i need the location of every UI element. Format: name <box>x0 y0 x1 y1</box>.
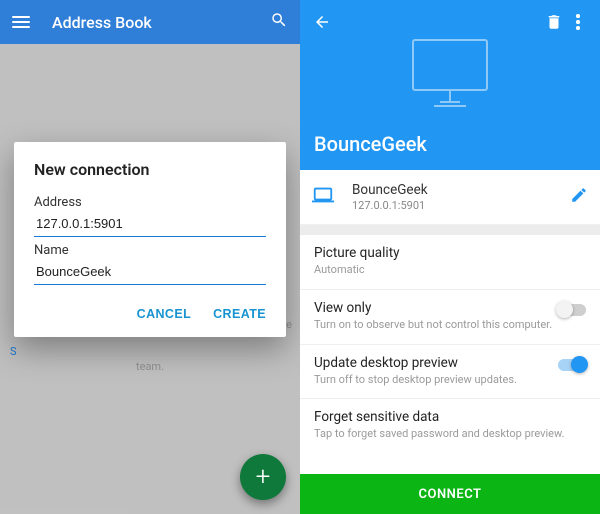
bg-link: S <box>10 345 17 358</box>
update-preview-toggle[interactable] <box>558 359 586 371</box>
device-header: BounceGeek <box>300 0 600 170</box>
setting-forget-data[interactable]: Forget sensitive data Tap to forget save… <box>300 399 600 453</box>
setting-picture-quality[interactable]: Picture quality Automatic <box>300 235 600 290</box>
back-icon[interactable] <box>310 10 334 34</box>
address-input[interactable] <box>34 212 266 237</box>
view-only-toggle[interactable] <box>558 304 586 316</box>
info-name: BounceGeek <box>352 182 570 198</box>
device-title: BounceGeek <box>314 132 427 156</box>
delete-icon[interactable] <box>542 10 566 34</box>
info-address: 127.0.0.1:5901 <box>352 199 570 212</box>
dialog-title: New connection <box>34 160 266 179</box>
divider <box>300 225 600 235</box>
menu-icon[interactable] <box>12 16 30 28</box>
new-connection-dialog: New connection Address Name CANCEL CREAT… <box>14 142 286 337</box>
create-button[interactable]: CREATE <box>213 307 266 321</box>
search-icon[interactable] <box>270 11 288 33</box>
address-label: Address <box>34 195 266 210</box>
setting-update-preview: Update desktop preview Turn off to stop … <box>300 345 600 400</box>
fab-add-button[interactable]: + <box>240 454 286 500</box>
name-input[interactable] <box>34 260 266 285</box>
setting-view-only: View only Turn on to observe but not con… <box>300 290 600 345</box>
plus-icon: + <box>256 464 271 490</box>
appbar-title: Address Book <box>52 13 270 32</box>
cancel-button[interactable]: CANCEL <box>137 307 191 321</box>
monitor-icon <box>407 36 493 116</box>
name-label: Name <box>34 243 266 258</box>
more-icon[interactable] <box>566 10 590 34</box>
laptop-icon <box>312 184 336 210</box>
edit-icon[interactable] <box>570 186 588 208</box>
connect-button[interactable]: CONNECT <box>300 474 600 514</box>
device-info-row[interactable]: BounceGeek 127.0.0.1:5901 <box>300 170 600 225</box>
